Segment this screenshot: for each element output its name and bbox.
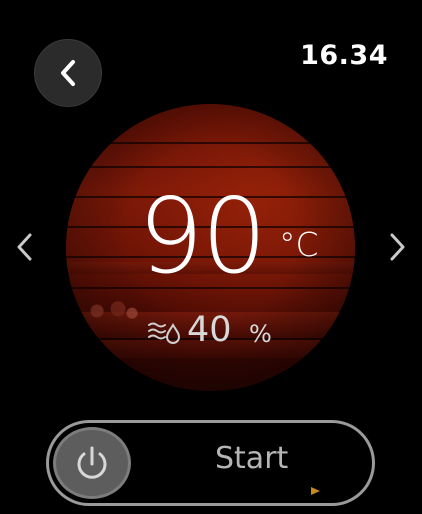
start-slider[interactable]: Start [46,420,375,506]
clock: 16.34 [300,40,388,71]
chevron-left-icon [61,60,75,86]
chevron-left-icon [17,233,32,261]
next-button[interactable] [387,231,409,263]
temperature-unit: °C [279,225,319,264]
start-label: Start [215,441,289,476]
back-button[interactable] [34,39,102,107]
temperature-value: 90 [138,177,267,297]
power-slider-knob[interactable] [53,427,131,499]
chevron-right-icon [390,233,405,261]
arrow-right-icon [189,487,320,495]
humidity-value: 40 [187,310,232,350]
power-icon [77,446,107,479]
humidity-unit: % [249,320,272,348]
previous-button[interactable] [13,231,35,263]
steam-drop-icon [148,322,181,344]
